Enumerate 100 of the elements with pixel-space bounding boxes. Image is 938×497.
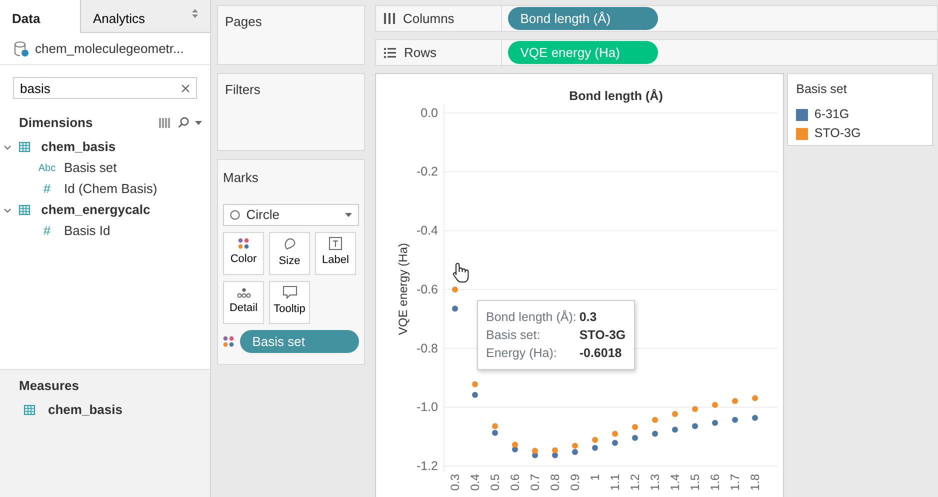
table-name[interactable]: chem_energycalc [41, 200, 150, 220]
axis-title: VQE energy (Ha) [396, 242, 410, 336]
data-point[interactable] [632, 434, 638, 441]
data-point[interactable] [632, 424, 638, 430]
field-name[interactable]: Id (Chem Basis) [64, 179, 158, 199]
data-point[interactable] [712, 420, 718, 426]
data-point[interactable] [552, 447, 558, 454]
table-icon [19, 142, 30, 152]
caret-icon [345, 212, 352, 216]
speech-bubble-icon [282, 286, 296, 300]
tick-label: -0.4 [416, 224, 438, 238]
dots-icon [236, 288, 250, 298]
data-point[interactable] [572, 448, 578, 455]
tooltip-label: Bond length (Å): [486, 309, 576, 326]
detail-button[interactable]: Detail [223, 280, 264, 324]
data-point[interactable] [752, 414, 758, 421]
data-point[interactable] [452, 286, 458, 292]
table-icon [19, 205, 30, 215]
tick-label: 0.0 [420, 106, 438, 120]
tick-label: 1.1 [608, 474, 622, 491]
axis-title: Bond length (Å) [569, 89, 663, 103]
search-icon [178, 117, 189, 128]
tick-label: 1.5 [688, 474, 702, 491]
tick-label: -0.8 [416, 341, 438, 356]
data-point[interactable] [612, 440, 618, 446]
data-point[interactable] [532, 448, 538, 454]
tick-label: -0.2 [416, 164, 438, 179]
tick-label: 0.7 [528, 474, 542, 491]
data-point[interactable] [492, 430, 498, 436]
table-name[interactable]: chem_basis [41, 137, 116, 157]
tick-label: 0.8 [548, 474, 562, 491]
tooltip-button[interactable]: Tooltip [269, 280, 310, 324]
mark-type-label: Circle [246, 206, 280, 224]
datasource-name[interactable]: chem_moleculegeometr... [35, 38, 184, 58]
tick-label: 0.5 [488, 474, 502, 491]
field-pill[interactable]: Basis set [240, 330, 359, 354]
data-point[interactable] [732, 416, 738, 423]
data-point[interactable] [612, 430, 618, 437]
search-field[interactable]: basis [13, 77, 197, 99]
tick-label: -0.6 [416, 282, 438, 296]
tick-label: 0.3 [448, 474, 462, 491]
tick-label: -1.0 [416, 400, 438, 414]
data-point[interactable] [552, 452, 558, 458]
data-point[interactable] [712, 402, 718, 408]
columns-icon [158, 118, 172, 128]
filters-card: Filters [217, 73, 365, 151]
data-point[interactable] [592, 444, 598, 451]
size-button[interactable]: Size [269, 232, 310, 274]
tick-label: 0.9 [568, 474, 582, 491]
data-point[interactable] [692, 423, 698, 430]
tick-label: -1.2 [416, 459, 438, 474]
data-point[interactable] [572, 442, 578, 449]
tooltip-label: Basis set: [486, 327, 542, 344]
field-name[interactable]: Basis set [64, 158, 117, 178]
shape-outline-icon [282, 236, 296, 251]
section-heading: Dimensions [19, 114, 93, 132]
database-icon [14, 40, 29, 56]
legend-label[interactable]: STO-3G [814, 124, 861, 143]
data-point[interactable] [472, 381, 478, 388]
tick-label: 1.3 [648, 474, 662, 491]
field-type-label: # [42, 180, 52, 198]
data-point[interactable] [672, 426, 678, 433]
color-dots-icon [238, 238, 249, 250]
mark-type-dropdown[interactable]: Circle [223, 204, 359, 226]
section-heading: Measures [19, 377, 79, 395]
data-point[interactable] [692, 406, 698, 412]
data-point[interactable] [652, 430, 658, 437]
data-point[interactable] [732, 398, 738, 404]
field-type-label: # [42, 222, 52, 240]
tick-label: 1 [588, 474, 602, 481]
field-name[interactable]: Basis Id [64, 221, 110, 241]
tick-label: 1.7 [728, 474, 742, 491]
data-point[interactable] [592, 436, 598, 443]
data-point[interactable] [452, 306, 458, 312]
data-point[interactable] [512, 442, 518, 448]
tooltip-label: Energy (Ha): [486, 345, 558, 362]
tooltip-value: -0.6018 [579, 345, 623, 362]
color-dots-icon [223, 336, 234, 347]
legend-title: Basis set [796, 81, 848, 98]
chevron-icon[interactable] [4, 206, 11, 214]
tooltip-value: STO-3G [579, 327, 626, 344]
caret-icon [195, 120, 202, 125]
data-point[interactable] [672, 411, 678, 417]
tick-label: 1.8 [748, 474, 762, 491]
tab[interactable]: Analytics [80, 0, 210, 33]
table-name[interactable]: chem_basis [48, 400, 122, 420]
table-icon [24, 405, 35, 415]
data-point[interactable] [752, 395, 758, 402]
sort-arrows-icon [192, 9, 198, 18]
data-point[interactable] [472, 392, 478, 398]
pages-card: Pages [217, 5, 365, 65]
marks-title: Marks [223, 169, 260, 187]
close-icon [181, 84, 190, 93]
tick-label: 0.6 [508, 474, 522, 491]
color-button[interactable]: Color [223, 232, 264, 274]
legend-label[interactable]: 6-31G [814, 105, 850, 124]
data-point[interactable] [652, 416, 658, 423]
data-point[interactable] [492, 423, 498, 430]
chevron-icon[interactable] [4, 144, 11, 150]
label-button[interactable]: Label [315, 232, 356, 274]
